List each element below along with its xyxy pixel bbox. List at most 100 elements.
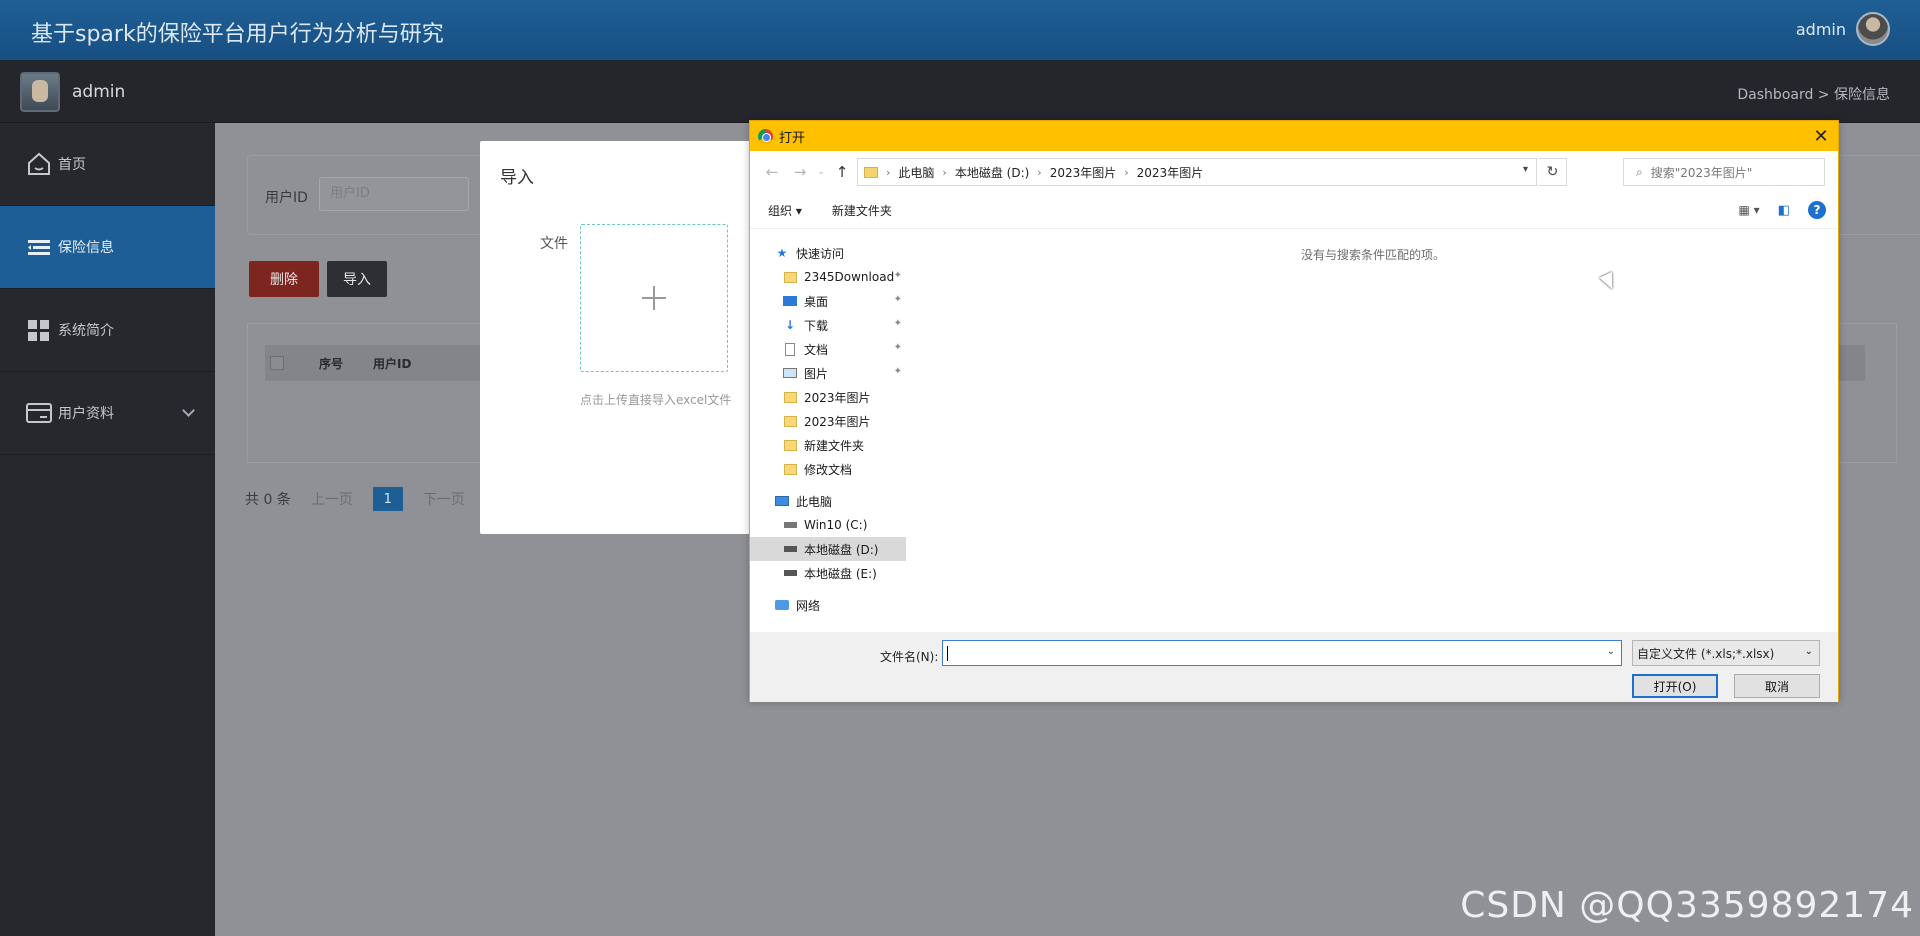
upload-hint: 点击上传直接导入excel文件 (580, 393, 732, 407)
dialog-toolbar: 组织 ▾ 新建文件夹 ▦ ▾ ◧ ? (750, 193, 1838, 229)
tree-label: 2023年图片 (804, 414, 871, 429)
header-user-name[interactable]: admin (1796, 20, 1846, 39)
chevron-right-icon: › (886, 165, 891, 179)
new-folder-button[interactable]: 新建文件夹 (832, 202, 892, 219)
folder-icon (782, 438, 798, 452)
back-arrow-icon[interactable]: ← (758, 163, 786, 181)
breadcrumb: Dashboard > 保险信息 (1737, 87, 1890, 103)
user-id-input[interactable]: 用户ID (319, 177, 469, 211)
drive-icon (782, 542, 798, 556)
pin-icon: ✦ (893, 366, 902, 377)
tree-item-2345download[interactable]: 2345Download ✦ (750, 265, 906, 289)
open-button[interactable]: 打开(O) (1632, 674, 1718, 698)
file-open-dialog: 打开 ✕ ← → ⌄ ↑ › 此电脑 › 本地磁盘 (D:) › 2023年图片… (749, 120, 1839, 702)
tree-quick-access[interactable]: ★ 快速访问 (750, 241, 906, 265)
preview-pane-icon[interactable]: ◧ (1778, 203, 1790, 218)
sidebar-item-insurance-info[interactable]: 保险信息 (0, 206, 215, 289)
tree-label: 图片 (804, 366, 829, 381)
tree-item-folder[interactable]: 2023年图片 (750, 409, 906, 433)
sidebar-item-user-profile[interactable]: 用户资料 (0, 372, 215, 455)
delete-button[interactable]: 删除 (249, 261, 319, 297)
column-header-index[interactable]: 序号 (319, 355, 343, 372)
tree-label: 新建文件夹 (804, 438, 865, 453)
header-user[interactable]: admin (1796, 12, 1890, 46)
pin-icon: ✦ (893, 342, 902, 353)
pin-icon: ✦ (893, 294, 902, 305)
tree-network[interactable]: 网络 (750, 593, 906, 617)
tree-item-documents[interactable]: 文档 ✦ (750, 337, 906, 361)
chevron-down-icon[interactable]: ▾ (1523, 164, 1528, 175)
file-type-value: 自定义文件 (*.xls;*.xlsx) (1637, 646, 1775, 661)
tree-label: 网络 (796, 598, 821, 613)
path-segment[interactable]: 2023年图片 (1137, 164, 1204, 181)
text-caret (947, 646, 948, 661)
column-header-user-id[interactable]: 用户ID (373, 355, 411, 372)
navigation-tree: ★ 快速访问 2345Download ✦ 桌面 ✦ ↓ 下载 ✦ 文档 ✦ 图… (750, 229, 906, 632)
recent-dropdown-icon[interactable]: ⌄ (814, 167, 828, 177)
close-icon[interactable]: ✕ (1810, 125, 1832, 147)
tree-item-folder[interactable]: 修改文档 (750, 457, 906, 481)
prev-page-link[interactable]: 上一页 (311, 489, 353, 509)
tree-label: 本地磁盘 (D:) (804, 542, 879, 557)
folder-icon (782, 462, 798, 476)
current-page[interactable]: 1 (372, 487, 403, 511)
chevron-down-icon[interactable] (182, 404, 195, 417)
tree-label: 桌面 (804, 294, 829, 309)
tree-label: 此电脑 (796, 494, 833, 509)
folder-icon (864, 166, 878, 178)
list-icon (24, 232, 54, 262)
dialog-footer: 文件名(N): ⌄ 自定义文件 (*.xls;*.xlsx) ⌄ 打开(O) 取… (750, 632, 1838, 702)
chevron-right-icon: › (1124, 165, 1129, 179)
path-segment[interactable]: 2023年图片 (1050, 164, 1117, 181)
dialog-nav-bar: ← → ⌄ ↑ › 此电脑 › 本地磁盘 (D:) › 2023年图片 › 20… (750, 151, 1838, 193)
tree-item-folder[interactable]: 新建文件夹 (750, 433, 906, 457)
chevron-down-icon[interactable]: ⌄ (1805, 646, 1813, 657)
next-page-link[interactable]: 下一页 (423, 489, 465, 509)
file-type-select[interactable]: 自定义文件 (*.xls;*.xlsx) ⌄ (1632, 640, 1820, 666)
help-icon[interactable]: ? (1808, 201, 1826, 219)
select-all-checkbox[interactable] (270, 356, 284, 370)
address-bar[interactable]: › 此电脑 › 本地磁盘 (D:) › 2023年图片 › 2023年图片 ▾ (857, 158, 1537, 186)
chevron-down-icon[interactable]: ⌄ (1607, 646, 1615, 657)
tree-drive-c[interactable]: Win10 (C:) (750, 513, 906, 537)
dialog-titlebar[interactable]: 打开 ✕ (750, 121, 1838, 151)
grid-icon (24, 315, 54, 345)
path-segment[interactable]: 此电脑 (898, 164, 934, 181)
header-avatar[interactable] (1856, 12, 1890, 46)
tree-this-pc[interactable]: 此电脑 (750, 489, 906, 513)
document-icon (782, 342, 798, 356)
sidebar-avatar (20, 72, 60, 112)
sidebar-item-system-intro[interactable]: 系统简介 (0, 289, 215, 372)
tree-item-folder[interactable]: 2023年图片 (750, 385, 906, 409)
tree-drive-e[interactable]: 本地磁盘 (E:) (750, 561, 906, 585)
organize-menu[interactable]: 组织 ▾ (768, 202, 802, 219)
computer-icon (774, 494, 790, 508)
desktop-icon (782, 294, 798, 308)
dialog-title: 打开 (779, 130, 806, 146)
import-button[interactable]: 导入 (327, 261, 387, 297)
tree-item-desktop[interactable]: 桌面 ✦ (750, 289, 906, 313)
path-segment[interactable]: 本地磁盘 (D:) (955, 164, 1029, 181)
folder-icon (782, 390, 798, 404)
tree-item-downloads[interactable]: ↓ 下载 ✦ (750, 313, 906, 337)
sidebar-item-home[interactable]: 首页 (0, 123, 215, 206)
dialog-search-input[interactable]: ⌕ 搜索"2023年图片" (1623, 158, 1825, 186)
search-placeholder: 搜索"2023年图片" (1650, 165, 1753, 180)
tree-item-pictures[interactable]: 图片 ✦ (750, 361, 906, 385)
view-options-icon[interactable]: ▦ ▾ (1739, 203, 1760, 217)
network-icon (774, 598, 790, 612)
view-tools: ▦ ▾ ◧ ? (1739, 201, 1826, 219)
filename-input[interactable]: ⌄ (942, 640, 1622, 666)
sidebar-item-label: 系统简介 (58, 323, 114, 339)
up-arrow-icon[interactable]: ↑ (828, 163, 856, 181)
forward-arrow-icon[interactable]: → (786, 163, 814, 181)
refresh-icon[interactable]: ↻ (1539, 158, 1567, 186)
sub-header: admin Dashboard > 保险信息 (0, 60, 1920, 123)
pictures-icon (782, 366, 798, 380)
tree-drive-d[interactable]: 本地磁盘 (D:) (750, 537, 906, 561)
cancel-button[interactable]: 取消 (1734, 674, 1820, 698)
watermark: CSDN @QQ3359892174 (1460, 885, 1914, 926)
upload-area[interactable] (580, 224, 728, 372)
pin-icon: ✦ (893, 318, 902, 329)
chevron-right-icon: › (942, 165, 947, 179)
